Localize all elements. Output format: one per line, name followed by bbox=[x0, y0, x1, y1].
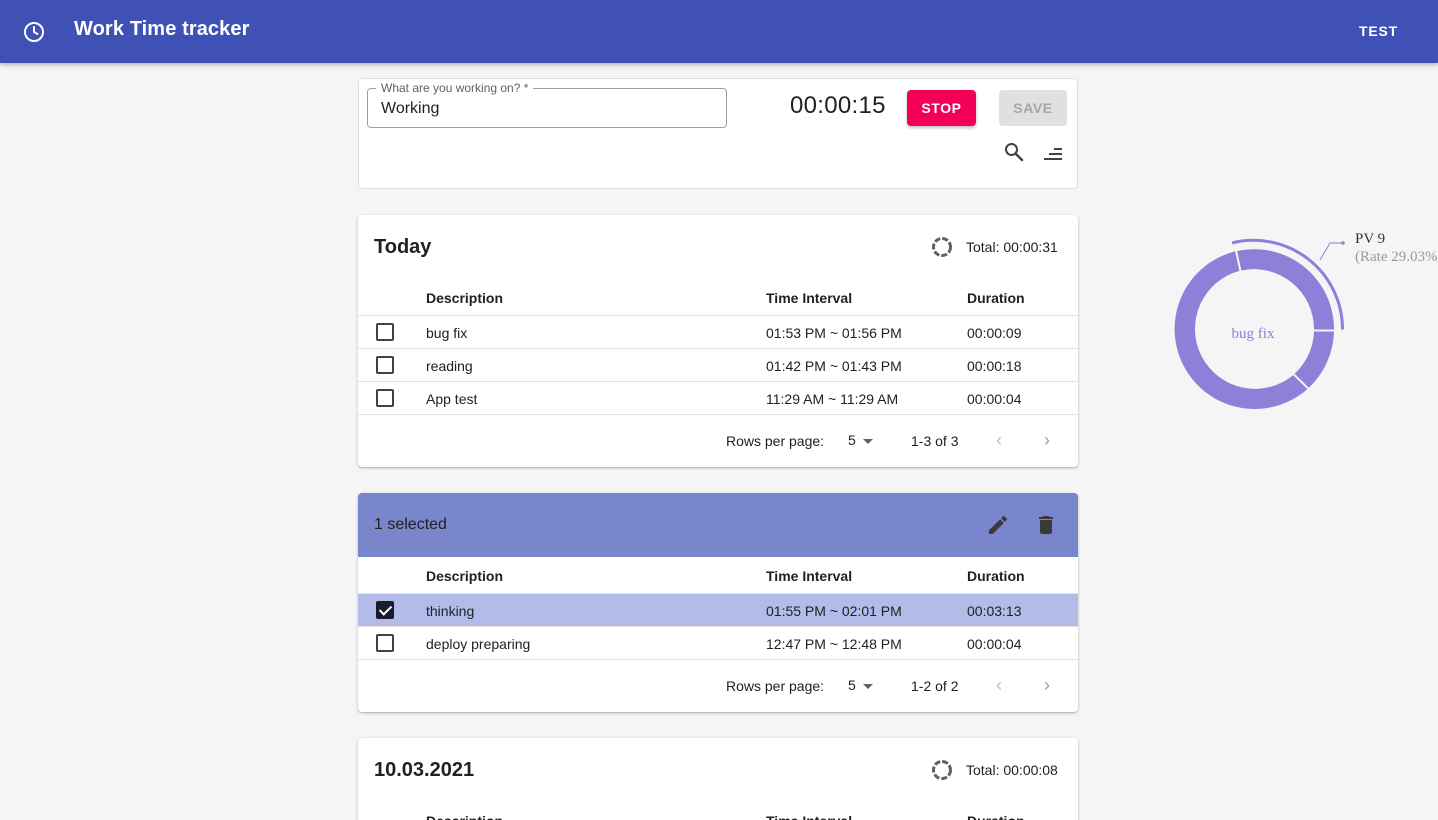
app-bar: Work Time tracker TEST bbox=[0, 0, 1438, 63]
callout-line bbox=[1319, 242, 1343, 261]
row-interval: 01:55 PM ~ 02:01 PM bbox=[766, 603, 902, 619]
pagination: Rows per page: 5 1-3 of 3 ‹ › bbox=[358, 415, 1078, 467]
clock-icon bbox=[24, 22, 44, 42]
today-header: Today Total: 00:00:31 bbox=[358, 215, 1078, 279]
header-description[interactable]: Description bbox=[426, 813, 503, 820]
chevron-right-icon[interactable]: › bbox=[1044, 675, 1060, 695]
row-description: thinking bbox=[426, 603, 475, 619]
row-duration: 00:00:09 bbox=[967, 325, 1022, 341]
table-header: Description Time Interval Duration bbox=[358, 802, 1078, 820]
app-title: Work Time tracker bbox=[74, 18, 250, 40]
header-duration[interactable]: Duration bbox=[967, 568, 1025, 584]
donut-slice[interactable] bbox=[1294, 331, 1334, 388]
rows-per-page-select[interactable]: 5 bbox=[848, 677, 856, 693]
table-header: Description Time Interval Duration bbox=[358, 557, 1078, 594]
row-duration: 00:00:18 bbox=[967, 358, 1022, 374]
delete-icon[interactable] bbox=[1034, 513, 1058, 537]
save-button[interactable]: SAVE bbox=[999, 90, 1067, 126]
selection-card: 1 selected Description Time Interval Dur… bbox=[358, 493, 1078, 712]
row-duration: 00:00:04 bbox=[967, 391, 1022, 407]
elapsed-time: 00:00:15 bbox=[790, 92, 886, 119]
header-description[interactable]: Description bbox=[426, 568, 503, 584]
sort-icon[interactable] bbox=[1041, 142, 1065, 166]
row-interval: 11:29 AM ~ 11:29 AM bbox=[766, 391, 899, 407]
row-description: reading bbox=[426, 358, 473, 374]
header-interval[interactable]: Time Interval bbox=[766, 290, 852, 306]
table-row[interactable]: deploy preparing 12:47 PM ~ 12:48 PM 00:… bbox=[358, 627, 1078, 660]
callout-title: PV 9 bbox=[1355, 231, 1385, 247]
row-duration: 00:03:13 bbox=[967, 603, 1022, 619]
chevron-left-icon[interactable]: ‹ bbox=[996, 430, 1012, 450]
task-input-label: What are you working on? * bbox=[376, 81, 534, 95]
pagination: Rows per page: 5 1-2 of 2 ‹ › bbox=[358, 660, 1078, 712]
rows-per-page-select[interactable]: 5 bbox=[848, 432, 856, 448]
rows-per-page-label: Rows per page: bbox=[726, 678, 825, 694]
task-input-value[interactable]: Working bbox=[381, 100, 439, 118]
row-checkbox[interactable] bbox=[376, 323, 394, 341]
table-row[interactable]: bug fix 01:53 PM ~ 01:56 PM 00:00:09 bbox=[358, 316, 1078, 349]
dropdown-arrow-icon[interactable] bbox=[863, 439, 873, 444]
callout-rate: (Rate 29.03%) bbox=[1355, 249, 1438, 265]
header-duration[interactable]: Duration bbox=[967, 290, 1025, 306]
selection-toolbar: 1 selected bbox=[358, 493, 1078, 557]
card-title: Today bbox=[374, 236, 432, 258]
header-interval[interactable]: Time Interval bbox=[766, 813, 852, 820]
row-checkbox[interactable] bbox=[376, 601, 394, 619]
row-description: bug fix bbox=[426, 325, 468, 341]
chart-toggle-icon[interactable] bbox=[931, 236, 953, 258]
row-interval: 01:42 PM ~ 01:43 PM bbox=[766, 358, 902, 374]
table-row[interactable]: reading 01:42 PM ~ 01:43 PM 00:00:18 bbox=[358, 349, 1078, 382]
donut-chart: bug fix PV 9 (Rate 29.03%) bbox=[1174, 231, 1438, 409]
header-description[interactable]: Description bbox=[426, 290, 503, 306]
rows-per-page-label: Rows per page: bbox=[726, 433, 825, 449]
card-title: 10.03.2021 bbox=[374, 759, 475, 781]
chevron-right-icon[interactable]: › bbox=[1044, 430, 1060, 450]
date-header: 10.03.2021 Total: 00:00:08 bbox=[358, 738, 1078, 802]
stop-button[interactable]: STOP bbox=[907, 90, 976, 126]
search-icon[interactable] bbox=[1002, 140, 1026, 164]
total-time: Total: 00:00:08 bbox=[966, 762, 1058, 778]
row-interval: 01:53 PM ~ 01:56 PM bbox=[766, 325, 902, 341]
table-header: Description Time Interval Duration bbox=[358, 279, 1078, 316]
callout-dot bbox=[1341, 241, 1345, 245]
donut-center-label: bug fix bbox=[1232, 326, 1275, 342]
today-card: Today Total: 00:00:31 Description Time I… bbox=[358, 215, 1078, 467]
chevron-left-icon[interactable]: ‹ bbox=[996, 675, 1012, 695]
total-time: Total: 00:00:31 bbox=[966, 239, 1058, 255]
chart-toggle-icon[interactable] bbox=[931, 759, 953, 781]
table-row[interactable]: App test 11:29 AM ~ 11:29 AM 00:00:04 bbox=[358, 382, 1078, 415]
date-card: 10.03.2021 Total: 00:00:08 Description T… bbox=[358, 738, 1078, 820]
timer-card: What are you working on? * Working 00:00… bbox=[358, 78, 1078, 189]
test-button[interactable]: TEST bbox=[1359, 23, 1398, 39]
selected-count: 1 selected bbox=[374, 516, 447, 533]
row-interval: 12:47 PM ~ 12:48 PM bbox=[766, 636, 902, 652]
donut-slice[interactable] bbox=[1237, 249, 1335, 330]
row-description: App test bbox=[426, 391, 478, 407]
edit-icon[interactable] bbox=[986, 513, 1010, 537]
page-range: 1-2 of 2 bbox=[911, 678, 959, 694]
header-interval[interactable]: Time Interval bbox=[766, 568, 852, 584]
row-checkbox[interactable] bbox=[376, 634, 394, 652]
table-row[interactable]: thinking 01:55 PM ~ 02:01 PM 00:03:13 bbox=[358, 594, 1078, 627]
dropdown-arrow-icon[interactable] bbox=[863, 684, 873, 689]
task-input[interactable]: What are you working on? * Working bbox=[367, 81, 727, 128]
row-description: deploy preparing bbox=[426, 636, 531, 652]
row-checkbox[interactable] bbox=[376, 356, 394, 374]
row-checkbox[interactable] bbox=[376, 389, 394, 407]
row-duration: 00:00:04 bbox=[967, 636, 1022, 652]
header-duration[interactable]: Duration bbox=[967, 813, 1025, 820]
page-range: 1-3 of 3 bbox=[911, 433, 959, 449]
